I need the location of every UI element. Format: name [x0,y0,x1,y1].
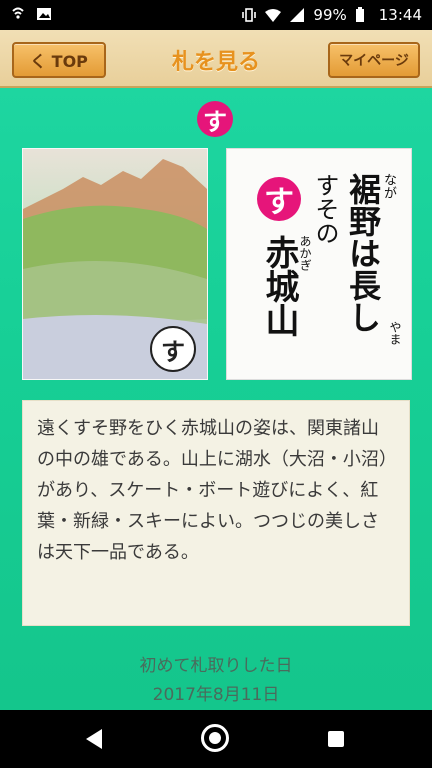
poem-ruby-akagi: あかぎ [298,235,312,271]
clock: 13:44 [378,6,422,24]
vibrate-icon [241,7,257,23]
image-icon [36,6,52,22]
home-icon[interactable] [201,724,229,752]
battery-text: 99% [313,6,347,24]
card-text-letter-badge: す [257,177,301,221]
poem-line-2: 裾野は長し [344,173,382,333]
picture-letter-mark: す [150,326,196,372]
back-icon[interactable] [84,728,104,754]
navigation-bar [0,710,432,768]
mypage-button[interactable]: マイページ [328,42,420,78]
poem-ruby-yama: やま [388,321,402,345]
card-letter-badge: す [197,101,233,137]
wifi-calling-icon [10,6,26,22]
first-taken-date: 2017年8月11日 [152,685,280,705]
battery-icon [355,7,371,23]
wifi-icon [265,7,282,23]
first-taken-label: 初めて札取りした日 [139,656,293,676]
signal-icon [289,7,305,23]
status-bar: 99% 13:44 [0,0,432,30]
poem-line-1: すその [311,173,339,245]
recent-apps-icon[interactable] [328,731,344,747]
poem-line-3: 赤城山 [259,235,299,337]
card-text[interactable]: す なが 裾野は長し すその 赤城山 やま あかぎ [226,148,412,380]
description-panel: 遠くすそ野をひく赤城山の姿は、関東諸山の中の雄である。山上に湖水（大沼・小沼）が… [22,400,410,626]
header: く TOP 札を見る マイページ [0,30,432,88]
